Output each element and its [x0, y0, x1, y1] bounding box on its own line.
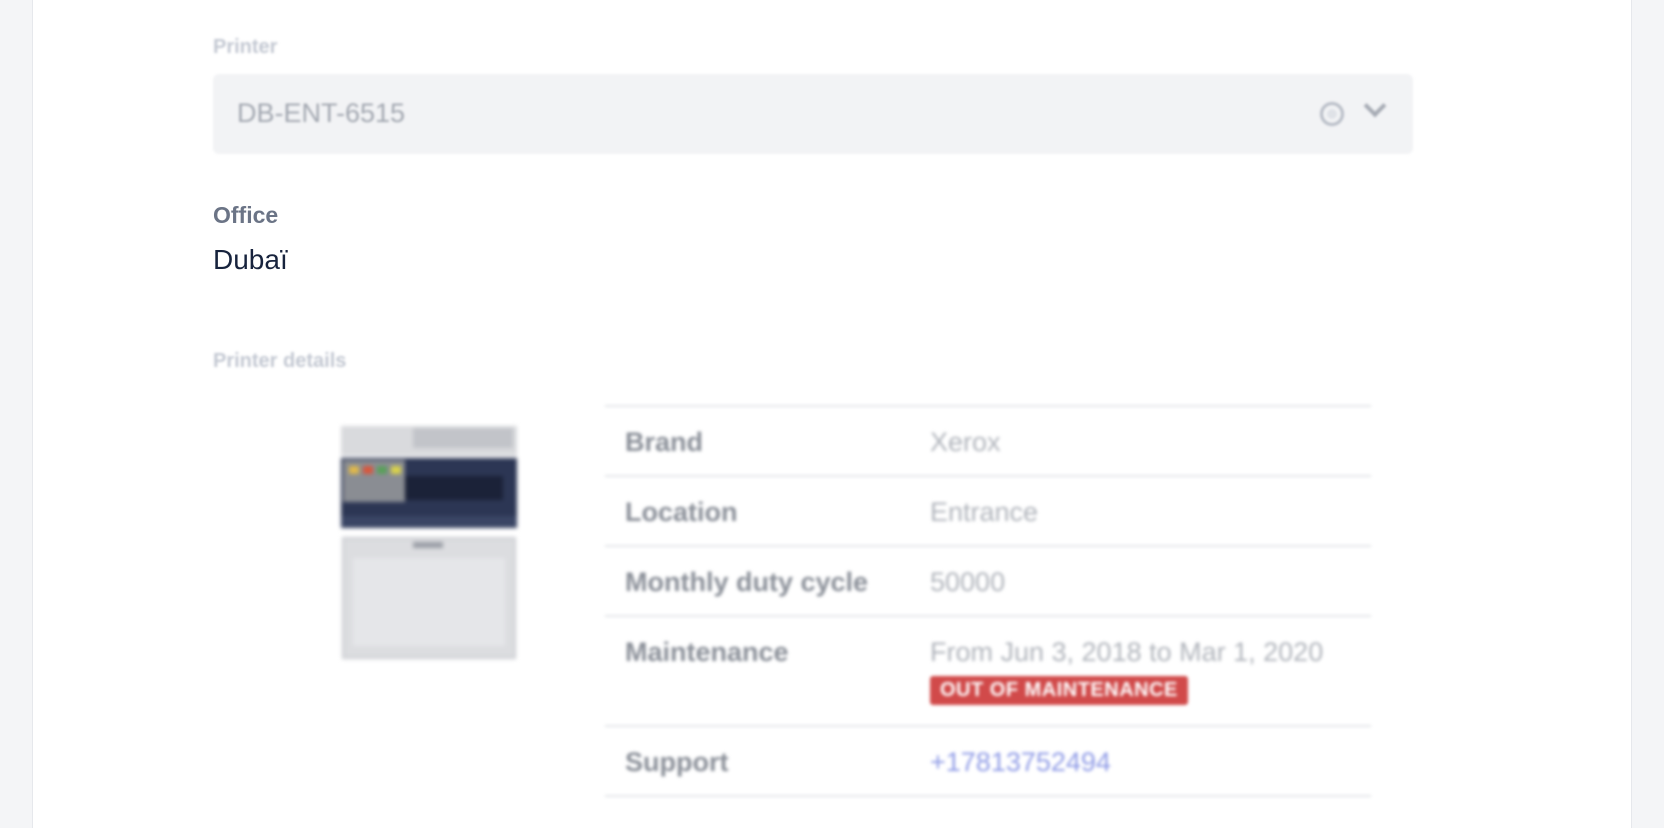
- maintenance-period: From Jun 3, 2018 to Mar 1, 2020: [930, 637, 1324, 667]
- printer-select[interactable]: DB-ENT-6515: [213, 74, 1413, 154]
- table-row: Monthly duty cycle 50000: [605, 545, 1371, 616]
- table-row: Location Entrance: [605, 475, 1371, 546]
- table-row: Maintenance From Jun 3, 2018 to Mar 1, 2…: [605, 615, 1371, 726]
- office-label: Office: [213, 202, 279, 228]
- row-key: Support: [605, 725, 910, 797]
- row-key: Monthly duty cycle: [605, 545, 910, 616]
- printer-details-table: Brand Xerox Location Entrance Monthly du…: [605, 405, 1371, 797]
- row-key: Location: [605, 475, 910, 546]
- row-value: 50000: [910, 545, 1371, 616]
- printer-select-value: DB-ENT-6515: [237, 98, 406, 128]
- table-row: Support +17813752494: [605, 725, 1371, 797]
- printer-image: [341, 426, 517, 659]
- table-row: Brand Xerox: [605, 405, 1371, 476]
- form-card: Printer DB-ENT-6515 Office Dubaï Printer…: [32, 0, 1632, 828]
- row-value: Entrance: [910, 475, 1371, 546]
- row-value-cell: +17813752494: [910, 725, 1371, 797]
- office-value: Dubaï: [213, 244, 288, 275]
- row-value-cell: From Jun 3, 2018 to Mar 1, 2020 OUT OF M…: [910, 615, 1371, 726]
- printer-details-title: Printer details: [213, 350, 347, 372]
- status-badge: OUT OF MAINTENANCE: [930, 676, 1188, 705]
- clear-icon[interactable]: [1320, 102, 1344, 126]
- support-phone-link[interactable]: +17813752494: [930, 747, 1111, 777]
- printer-label: Printer: [213, 36, 278, 58]
- chevron-down-icon[interactable]: [1363, 94, 1387, 118]
- row-key: Brand: [605, 405, 910, 476]
- row-value: Xerox: [910, 405, 1371, 476]
- row-key: Maintenance: [605, 615, 910, 726]
